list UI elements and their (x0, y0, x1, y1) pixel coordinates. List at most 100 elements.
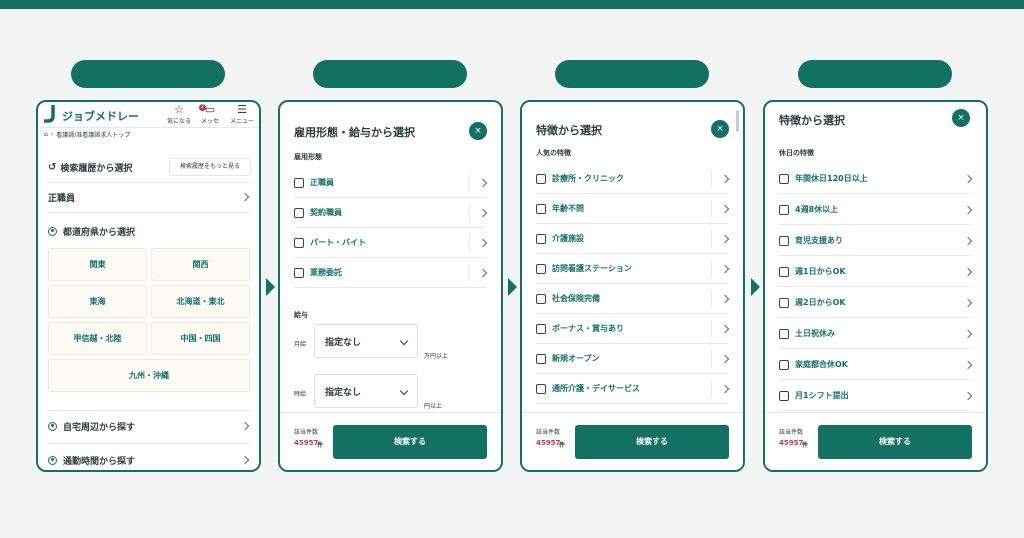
chevron-right-icon (478, 268, 488, 277)
divider (46, 212, 251, 213)
prefecture-button[interactable]: 関西 (151, 248, 250, 281)
option-row[interactable]: 年間休日120日以上 (779, 164, 973, 194)
checkbox[interactable] (779, 235, 789, 246)
checkbox[interactable] (536, 263, 546, 274)
option-row[interactable]: 家庭都合休OK (779, 350, 973, 380)
home-icon[interactable]: ⌂ (44, 131, 48, 138)
top-accent-bar (0, 0, 1024, 9)
checkbox[interactable] (779, 359, 789, 370)
option-row[interactable]: 土日祝休み (779, 319, 973, 349)
option-row[interactable]: パート・バイト (294, 228, 488, 258)
prefecture-button[interactable]: 東海 (48, 285, 147, 318)
option-row[interactable]: 訪問看護ステーション (536, 254, 730, 284)
modal-footer: 該当件数 45957 件 検索する (765, 412, 986, 470)
option-row[interactable]: 年齢不問 (536, 194, 730, 224)
history-icon: ↺ (48, 161, 57, 173)
prefecture-button[interactable]: 中国・四国 (151, 322, 250, 355)
close-icon[interactable]: × (711, 120, 729, 138)
option-row[interactable]: 週1日からOK (779, 257, 973, 287)
chevron-right-icon (720, 294, 730, 303)
checkbox[interactable] (294, 267, 304, 278)
checkbox[interactable] (536, 293, 546, 304)
checkbox[interactable] (536, 353, 546, 364)
checkbox[interactable] (536, 173, 546, 184)
checkbox[interactable] (536, 203, 546, 214)
search-button[interactable]: 検索する (575, 425, 729, 459)
close-icon[interactable]: × (469, 122, 487, 140)
prefecture-button[interactable]: 九州・沖縄 (48, 359, 250, 392)
breadcrumb: ⌂ › 看護師/准看護師求人トップ (44, 130, 130, 139)
checkbox[interactable] (294, 177, 304, 188)
checkbox[interactable] (779, 266, 789, 277)
history-item[interactable]: 正職員 (48, 188, 250, 206)
checkbox[interactable] (294, 207, 304, 218)
checkbox[interactable] (294, 237, 304, 248)
logo-icon (44, 105, 55, 123)
search-button[interactable]: 検索する (333, 425, 487, 459)
option-label: 訪問看護ステーション (552, 264, 632, 273)
app-header: ジョブメドレー ☆ 気になる ▭ 2 メッセ ☰ メニュー (38, 102, 259, 128)
breadcrumb-item[interactable]: 看護師/准看護師求人トップ (56, 130, 130, 139)
nearby-label: 自宅周辺から探す (63, 422, 136, 433)
prefecture-button[interactable]: 関東 (48, 248, 147, 281)
count-unit: 件 (802, 442, 809, 449)
option-row[interactable]: 正職員 (294, 168, 488, 198)
chevron-right-icon: › (50, 131, 54, 138)
modal-title: 特徴から選択 (536, 124, 602, 137)
prefecture-grid: 関東 関西 東海 北海道・東北 甲信越・北陸 中国・四国 九州・沖縄 (48, 248, 250, 392)
checkbox[interactable] (779, 173, 789, 184)
checkbox[interactable] (536, 383, 546, 394)
checkbox[interactable] (536, 323, 546, 334)
option-row[interactable]: 月1シフト提出 (779, 381, 973, 411)
nearby-search-link[interactable]: 自宅周辺から探す (48, 417, 250, 435)
messages-button[interactable]: ▭ 2 メッセ (195, 104, 225, 125)
chevron-right-icon (963, 236, 973, 245)
location-pin-icon (48, 455, 57, 465)
option-row[interactable]: ボーナス・賞与あり (536, 314, 730, 344)
features-heading: 人気の特徴 (536, 149, 571, 157)
option-row[interactable]: 育児支援あり (779, 226, 973, 256)
option-label: 月1シフト提出 (795, 391, 849, 400)
hourly-salary-select[interactable]: 指定なし (314, 374, 418, 408)
option-row[interactable]: 契約職員 (294, 198, 488, 228)
favorites-button[interactable]: ☆ 気になる (164, 103, 194, 126)
option-row[interactable]: 診療所・クリニック (536, 164, 730, 194)
checkbox[interactable] (779, 297, 789, 308)
option-row[interactable]: 4週8休以上 (779, 195, 973, 225)
chevron-right-icon (240, 421, 250, 431)
close-icon[interactable]: × (952, 109, 970, 127)
scrollbar[interactable] (736, 110, 739, 132)
prefecture-button[interactable]: 北海道・東北 (151, 285, 250, 318)
option-row[interactable]: 社会保険完備 (536, 284, 730, 314)
messages-label: メッセ (200, 118, 219, 125)
screen-popular-features: 特徴から選択 × 人気の特徴 診療所・クリニック 年齢不問 介護施設 訪問看護ス… (520, 100, 745, 472)
checkbox[interactable] (779, 390, 789, 401)
step-arrow-icon (266, 278, 275, 296)
more-history-button[interactable]: 検索履歴をもっと見る (169, 158, 251, 176)
chevron-down-icon (399, 386, 409, 396)
modal-title: 雇用形態・給与から選択 (294, 126, 415, 139)
commute-search-link[interactable]: 通勤時間から探す (48, 451, 250, 469)
prefecture-button[interactable]: 甲信越・北陸 (48, 322, 147, 355)
checkbox[interactable] (779, 204, 789, 215)
count-label: 該当件数 (779, 429, 804, 436)
option-row[interactable]: 通所介護・デイサービス (536, 374, 730, 404)
option-row[interactable]: 業務委託 (294, 258, 488, 288)
option-label: 社会保険完備 (552, 294, 600, 303)
search-button[interactable]: 検索する (818, 425, 972, 459)
option-label: 土日祝休み (795, 329, 835, 338)
option-label: 業務委託 (310, 268, 342, 277)
option-row[interactable]: 新規オープン (536, 344, 730, 374)
option-label: 診療所・クリニック (552, 174, 624, 183)
star-icon: ☆ (174, 103, 184, 116)
select-value: 指定なし (325, 337, 362, 348)
option-label: 通所介護・デイサービス (552, 384, 640, 393)
checkbox[interactable] (779, 328, 789, 339)
menu-button[interactable]: ☰ メニュー (227, 104, 257, 126)
checkbox[interactable] (536, 233, 546, 244)
option-row[interactable]: 週2日からOK (779, 288, 973, 318)
chevron-down-icon (399, 336, 409, 346)
divider (46, 182, 251, 183)
monthly-salary-select[interactable]: 指定なし (314, 324, 418, 358)
option-row[interactable]: 介護施設 (536, 224, 730, 254)
